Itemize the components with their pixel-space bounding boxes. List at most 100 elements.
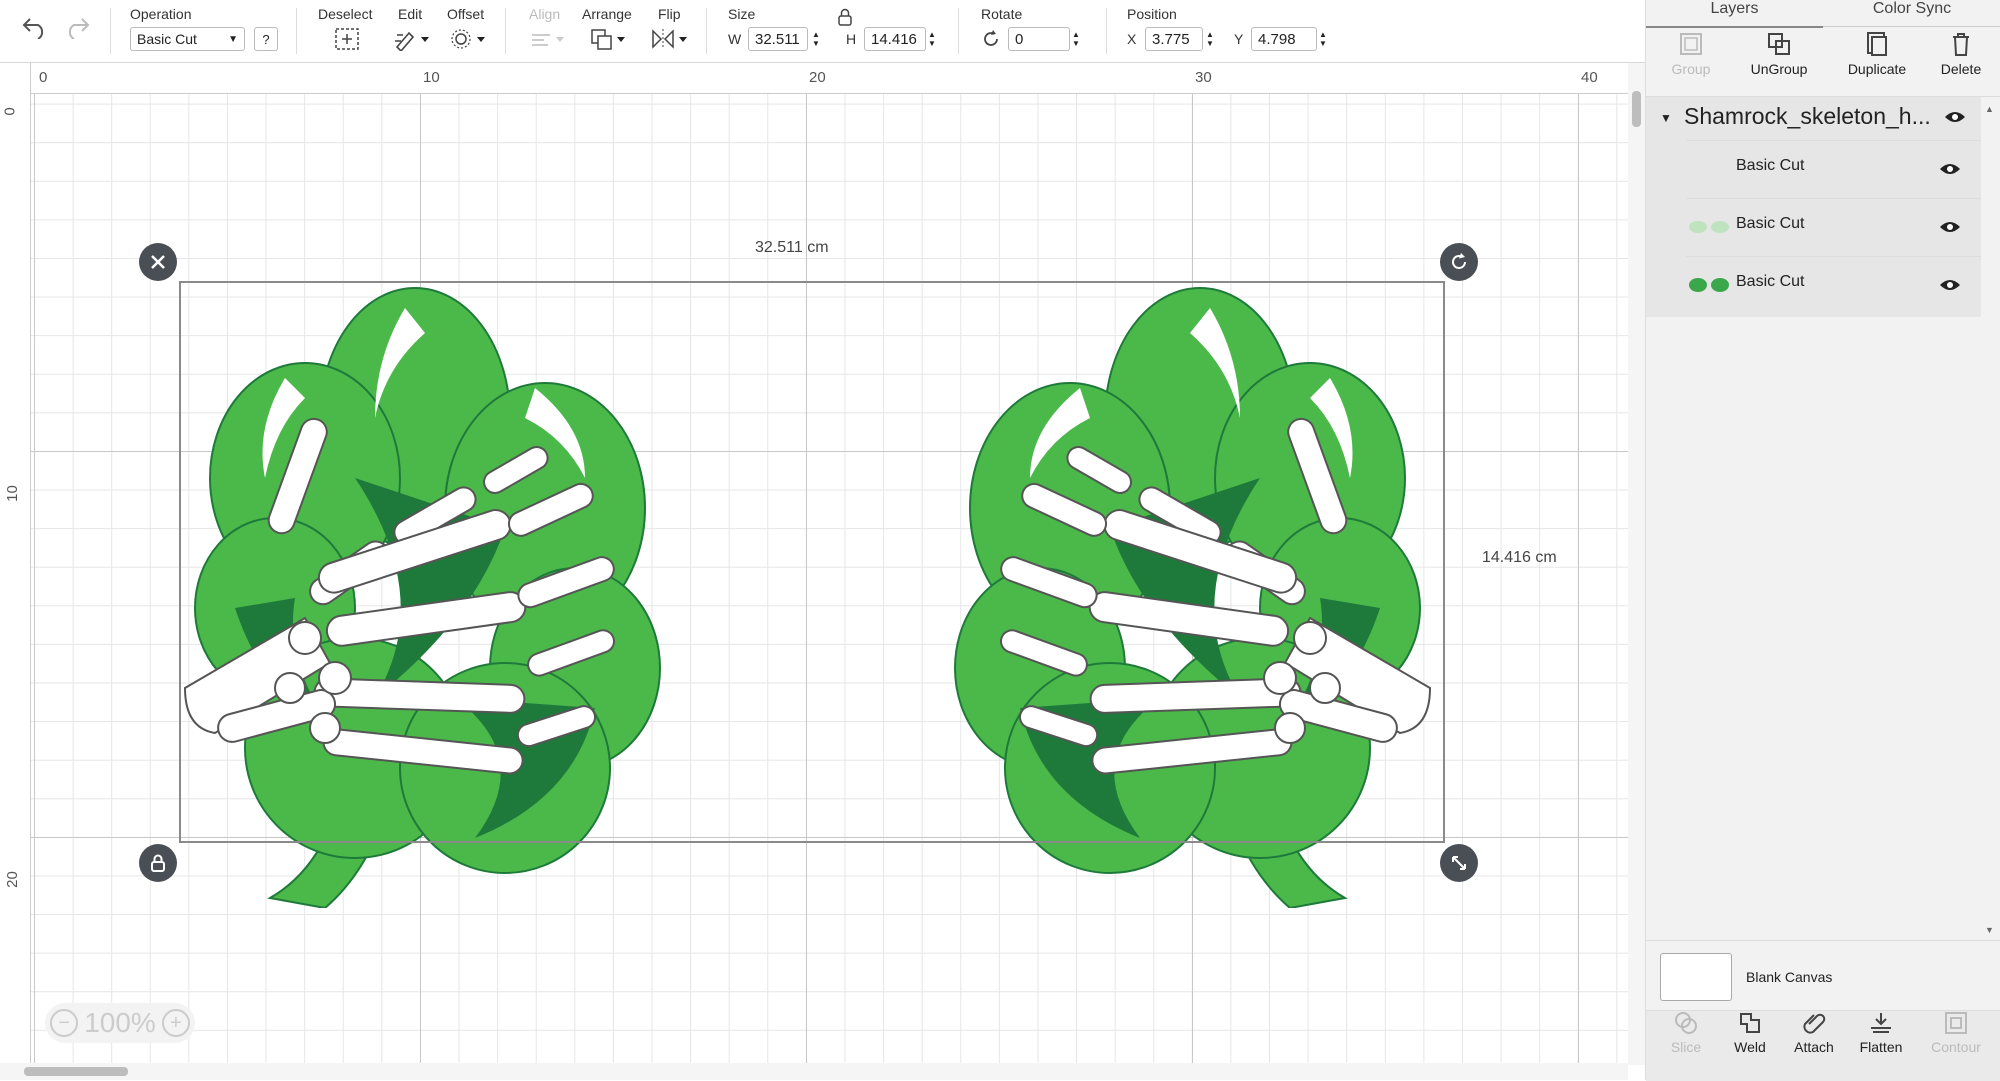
arrange-label: Arrange (582, 6, 632, 22)
horizontal-scrollbar[interactable] (0, 1063, 1628, 1080)
delete-button[interactable]: Delete (1921, 30, 2000, 77)
duplicate-icon (1867, 32, 1887, 56)
top-toolbar: Operation Basic Cut ▼ ? Deselect Edit Of… (0, 0, 1645, 63)
resize-handle[interactable] (1440, 844, 1478, 882)
y-stepper[interactable]: ▲ ▼ (1316, 27, 1330, 51)
rotate-input[interactable]: 0 (1008, 27, 1070, 51)
ungroup-icon (1768, 33, 1790, 55)
scrollbar-thumb[interactable] (1632, 91, 1641, 127)
ruler-tick: 20 (809, 69, 826, 86)
ruler-tick: 10 (423, 69, 440, 86)
collapse-icon[interactable]: ▼ (1660, 111, 1672, 125)
duplicate-button[interactable]: Duplicate (1837, 30, 1917, 77)
zoom-control: − 100% + (45, 1003, 195, 1043)
rotate-label: Rotate (981, 6, 1023, 22)
edit-label: Edit (398, 6, 423, 22)
slice-button[interactable]: Slice (1651, 1010, 1721, 1055)
contour-icon (1945, 1012, 1967, 1034)
height-input[interactable]: 14.416 (864, 27, 926, 51)
offset-icon[interactable] (448, 26, 488, 52)
contour-button[interactable]: Contour (1921, 1010, 1991, 1055)
redo-icon[interactable] (60, 14, 94, 40)
flatten-icon (1871, 1013, 1891, 1033)
blank-canvas-label: Blank Canvas (1746, 969, 1833, 985)
deselect-label: Deselect (318, 6, 373, 22)
rotate-icon (980, 28, 1002, 55)
layer-item[interactable]: Basic Cut (1686, 140, 1981, 198)
ungroup-button[interactable]: UnGroup (1739, 30, 1819, 77)
scroll-up-icon[interactable]: ▲ (1985, 104, 1994, 114)
layer-thumbnail (1689, 278, 1729, 292)
layer-label: Basic Cut (1736, 215, 1805, 232)
layer-label: Basic Cut (1736, 273, 1805, 290)
height-dimension: 14.416 cm (1482, 549, 1557, 566)
offset-label: Offset (447, 6, 485, 22)
position-label: Position (1127, 6, 1177, 22)
width-stepper[interactable]: ▲ ▼ (809, 27, 823, 51)
x-stepper[interactable]: ▲ ▼ (1203, 27, 1217, 51)
layer-label: Basic Cut (1736, 157, 1805, 174)
eye-icon[interactable] (1944, 109, 1966, 125)
flip-label: Flip (658, 6, 681, 22)
rotate-stepper[interactable]: ▲ ▼ (1069, 27, 1083, 51)
vertical-scrollbar[interactable] (1628, 63, 1645, 1065)
attach-button[interactable]: Attach (1779, 1010, 1849, 1055)
ruler-tick: 20 (3, 871, 21, 888)
tab-color-sync[interactable]: Color Sync (1823, 0, 2000, 27)
flip-icon[interactable] (650, 26, 690, 52)
vertical-ruler: 0 10 20 (0, 63, 31, 1065)
width-input[interactable]: 32.511 (748, 27, 808, 51)
y-label: Y (1234, 31, 1244, 47)
paperclip-icon (1803, 1013, 1826, 1034)
width-dimension: 32.511 cm (755, 239, 829, 256)
deselect-icon[interactable] (332, 26, 362, 52)
lock-icon[interactable] (836, 8, 854, 31)
layers-panel: Layers Color Sync Group UnGroup Duplicat… (1645, 0, 2000, 1081)
layer-item[interactable]: Basic Cut (1686, 198, 1981, 256)
delete-handle[interactable] (139, 243, 177, 281)
close-icon (151, 255, 165, 269)
canvas-settings[interactable]: Blank Canvas (1646, 940, 2000, 1011)
undo-icon[interactable] (18, 14, 52, 40)
operation-select[interactable]: Basic Cut ▼ (130, 27, 245, 51)
layer-thumbnail (1689, 221, 1729, 233)
design-canvas[interactable]: 32.511 cm 14.416 cm − 100% + (0, 63, 1628, 1065)
align-icon[interactable] (527, 26, 567, 52)
group-button[interactable]: Group (1651, 30, 1731, 77)
operation-value: Basic Cut (137, 31, 197, 47)
x-label: X (1127, 31, 1137, 47)
lock-icon (151, 854, 165, 872)
x-input[interactable]: 3.775 (1145, 27, 1203, 51)
arrange-icon[interactable] (588, 26, 628, 52)
zoom-out-icon[interactable]: − (50, 1009, 79, 1037)
canvas-swatch[interactable] (1660, 953, 1732, 1001)
edit-icon[interactable] (392, 26, 432, 52)
y-input[interactable]: 4.798 (1251, 27, 1317, 51)
horizontal-ruler: 0 10 20 30 40 (30, 63, 1628, 94)
selection-box[interactable] (179, 281, 1445, 843)
rotate-handle[interactable] (1440, 243, 1478, 281)
zoom-in-icon[interactable]: + (161, 1009, 190, 1037)
weld-icon (1740, 1013, 1760, 1033)
weld-button[interactable]: Weld (1715, 1010, 1785, 1055)
width-label: W (728, 31, 742, 47)
eye-icon[interactable] (1939, 161, 1961, 177)
height-label: H (846, 31, 857, 47)
lock-handle[interactable] (139, 844, 177, 882)
help-button[interactable]: ? (254, 27, 278, 51)
height-stepper[interactable]: ▲ ▼ (925, 27, 939, 51)
ruler-tick: 40 (1581, 69, 1598, 86)
scroll-down-icon[interactable]: ▼ (1985, 925, 1994, 935)
eye-icon[interactable] (1939, 277, 1961, 293)
group-icon (1680, 33, 1702, 55)
ruler-tick: 10 (3, 485, 21, 502)
zoom-level: 100% (84, 1007, 156, 1038)
ruler-tick: 0 (39, 69, 48, 86)
layer-item[interactable]: Basic Cut (1686, 256, 1981, 314)
scrollbar-thumb[interactable] (24, 1067, 128, 1076)
ruler-tick: 30 (1195, 69, 1212, 86)
tab-layers[interactable]: Layers (1646, 0, 1823, 28)
flatten-button[interactable]: Flatten (1846, 1010, 1916, 1055)
align-label: Align (529, 6, 561, 22)
eye-icon[interactable] (1939, 219, 1961, 235)
